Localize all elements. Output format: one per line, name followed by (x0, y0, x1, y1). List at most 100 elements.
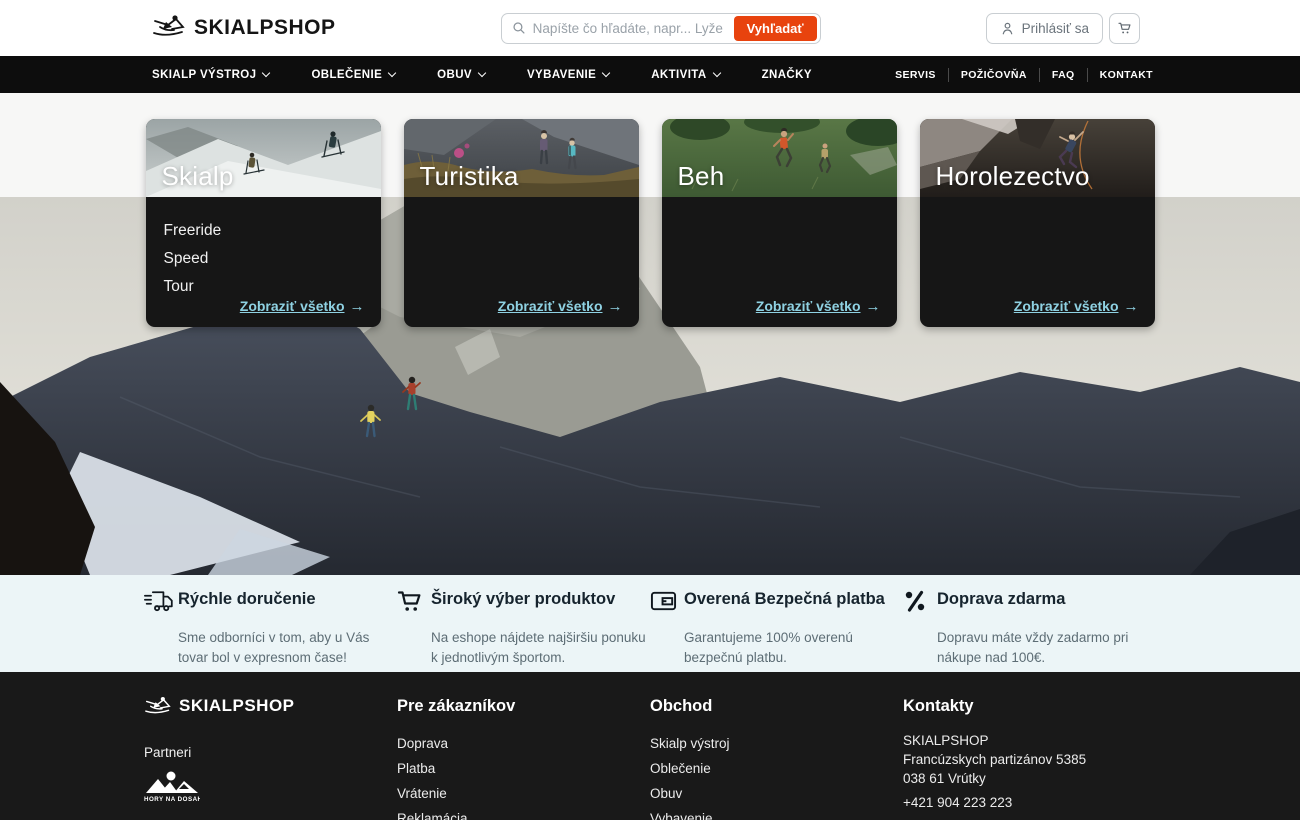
nav-item[interactable]: OBUV (437, 69, 485, 81)
nav-item-label: OBLEČENIE (311, 69, 382, 81)
skier-icon (144, 695, 172, 716)
nav-item-label: ZNAČKY (762, 69, 812, 81)
footer-link-column: Obchod Skialp výstroj Oblečenie Obuv Vyb… (650, 695, 903, 820)
contact-phone-link[interactable]: +421 904 223 223 (903, 795, 1156, 810)
show-all-link[interactable]: Zobraziť všetko→ (1014, 298, 1139, 315)
cart-button[interactable] (1109, 13, 1140, 44)
nav-item[interactable]: SKIALP VÝSTROJ (152, 69, 269, 81)
contact-company: SKIALPSHOP (903, 731, 1156, 750)
category-cards: Skialp Freeride Speed Tour Zobraziť všet… (146, 93, 1155, 327)
search-button[interactable]: Vyhľadať (734, 16, 817, 41)
footer-link[interactable]: Obuv (650, 781, 903, 806)
brand-logo[interactable]: SKIALPSHOP (152, 13, 336, 44)
nav-utility: SERVIS POŽIČOVŇA FAQ KONTAKT (883, 68, 1153, 82)
category-subcategory-list (662, 197, 897, 217)
feature-description: Sme odborníci v tom, aby u Vás tovar bol… (178, 628, 393, 668)
footer-contact-column: Kontakty SKIALPSHOP Francúzskych partizá… (903, 695, 1156, 820)
login-button[interactable]: Prihlásiť sa (986, 13, 1103, 44)
nav-item-label: VYBAVENIE (527, 69, 596, 81)
nav-utility-link[interactable]: SERVIS (883, 68, 948, 82)
nav-menu: SKIALP VÝSTROJ OBLEČENIE OBUV VYBAVENIE … (152, 69, 812, 81)
category-card-image: Beh (662, 119, 897, 197)
contact-address-line2: 038 61 Vrútky (903, 769, 1156, 788)
show-all-link[interactable]: Zobraziť všetko→ (498, 298, 623, 315)
login-button-label: Prihlásiť sa (1022, 21, 1089, 36)
nav-item[interactable]: OBLEČENIE (311, 69, 395, 81)
nav-item-label: AKTIVITA (651, 69, 706, 81)
footer: SKIALPSHOP Partneri HORY NA DOSAH Pre zá… (0, 672, 1300, 820)
category-subcategory-list (404, 197, 639, 217)
feature-title: Overená Bezpečná platba (684, 588, 903, 610)
chevron-down-icon (262, 69, 270, 77)
search-input[interactable] (533, 21, 734, 36)
category-subcategory-list (920, 197, 1155, 217)
footer-link[interactable]: Platba (397, 756, 650, 781)
arrow-right-icon: → (350, 298, 365, 315)
category-card: Horolezectvo Zobraziť všetko→ (920, 119, 1155, 327)
footer-brand-logo[interactable]: SKIALPSHOP (144, 695, 397, 716)
header-actions: Prihlásiť sa (986, 13, 1140, 44)
chevron-down-icon (388, 69, 396, 77)
nav-item[interactable]: VYBAVENIE (527, 69, 609, 81)
hero-section: Skialp Freeride Speed Tour Zobraziť všet… (0, 93, 1300, 575)
footer-column-heading: Pre zákazníkov (397, 697, 650, 716)
footer-column-heading: Kontakty (903, 697, 1156, 716)
nav-item-label: SKIALP VÝSTROJ (152, 69, 256, 81)
feature: Široký výber produktov Na eshope nájdete… (397, 588, 650, 672)
nav-item[interactable]: AKTIVITA (651, 69, 719, 81)
percent-icon (903, 589, 937, 618)
chevron-down-icon (712, 69, 720, 77)
nav-utility-link[interactable]: KONTAKT (1087, 68, 1153, 82)
feature-title: Rýchle doručenie (178, 588, 397, 610)
arrow-right-icon: → (608, 298, 623, 315)
main-navigation: SKIALP VÝSTROJ OBLEČENIE OBUV VYBAVENIE … (0, 56, 1300, 93)
category-title: Horolezectvo (936, 161, 1090, 192)
chevron-down-icon (478, 69, 486, 77)
partner-logo-hory-na-dosah[interactable]: HORY NA DOSAH (144, 769, 200, 808)
category-card-image: Horolezectvo (920, 119, 1155, 197)
subcategory-link[interactable]: Tour (164, 278, 194, 295)
category-card-image: Skialp (146, 119, 381, 197)
footer-link-column: Pre zákazníkov Doprava Platba Vrátenie R… (397, 695, 650, 820)
category-subcategory-list: Freeride Speed Tour (146, 197, 381, 301)
skier-icon (152, 13, 186, 44)
subcategory-link[interactable]: Freeride (164, 222, 222, 239)
feature-description: Na eshope nájdete najširšiu ponuku k jed… (431, 628, 646, 668)
svg-text:HORY NA DOSAH: HORY NA DOSAH (144, 796, 200, 803)
arrow-right-icon: → (866, 298, 881, 315)
footer-brand-column: SKIALPSHOP Partneri HORY NA DOSAH (144, 695, 397, 820)
category-card-image: Turistika (404, 119, 639, 197)
nav-utility-link[interactable]: POŽIČOVŇA (948, 68, 1039, 82)
show-all-link[interactable]: Zobraziť všetko→ (756, 298, 881, 315)
feature: Rýchle doručenie Sme odborníci v tom, ab… (144, 588, 397, 672)
footer-link[interactable]: Oblečenie (650, 756, 903, 781)
nav-utility-link[interactable]: FAQ (1039, 68, 1087, 82)
feature: Doprava zdarma Dopravu máte vždy zadarmo… (903, 588, 1156, 672)
show-all-link[interactable]: Zobraziť všetko→ (240, 298, 365, 315)
nav-item[interactable]: ZNAČKY (762, 69, 812, 81)
category-title: Skialp (162, 161, 234, 192)
footer-link[interactable]: Reklamácia (397, 806, 650, 820)
chevron-down-icon (602, 69, 610, 77)
footer-link[interactable]: Vrátenie (397, 781, 650, 806)
footer-link[interactable]: Doprava (397, 731, 650, 756)
brand-name: SKIALPSHOP (179, 696, 295, 716)
footer-link[interactable]: Vybavenie (650, 806, 903, 820)
cart-icon (1117, 20, 1133, 36)
nav-item-label: OBUV (437, 69, 472, 81)
footer-link[interactable]: Skialp výstroj (650, 731, 903, 756)
brand-name: SKIALPSHOP (194, 16, 336, 40)
category-card: Beh Zobraziť všetko→ (662, 119, 897, 327)
feature-description: Garantujeme 100% overenú bezpečnú platbu… (684, 628, 899, 668)
search-bar: Vyhľadať (501, 13, 821, 44)
feature-title: Doprava zdarma (937, 588, 1156, 610)
feature: Overená Bezpečná platba Garantujeme 100%… (650, 588, 903, 672)
truck-icon (144, 589, 178, 619)
features-strip: Rýchle doručenie Sme odborníci v tom, ab… (0, 575, 1300, 672)
feature-description: Dopravu máte vždy zadarmo pri nákupe nad… (937, 628, 1152, 668)
contact-address-line1: Francúzskych partizánov 5385 (903, 750, 1156, 769)
subcategory-link[interactable]: Speed (164, 250, 209, 267)
cart-icon (397, 589, 431, 618)
user-icon (1000, 21, 1015, 36)
wallet-icon (650, 589, 684, 618)
